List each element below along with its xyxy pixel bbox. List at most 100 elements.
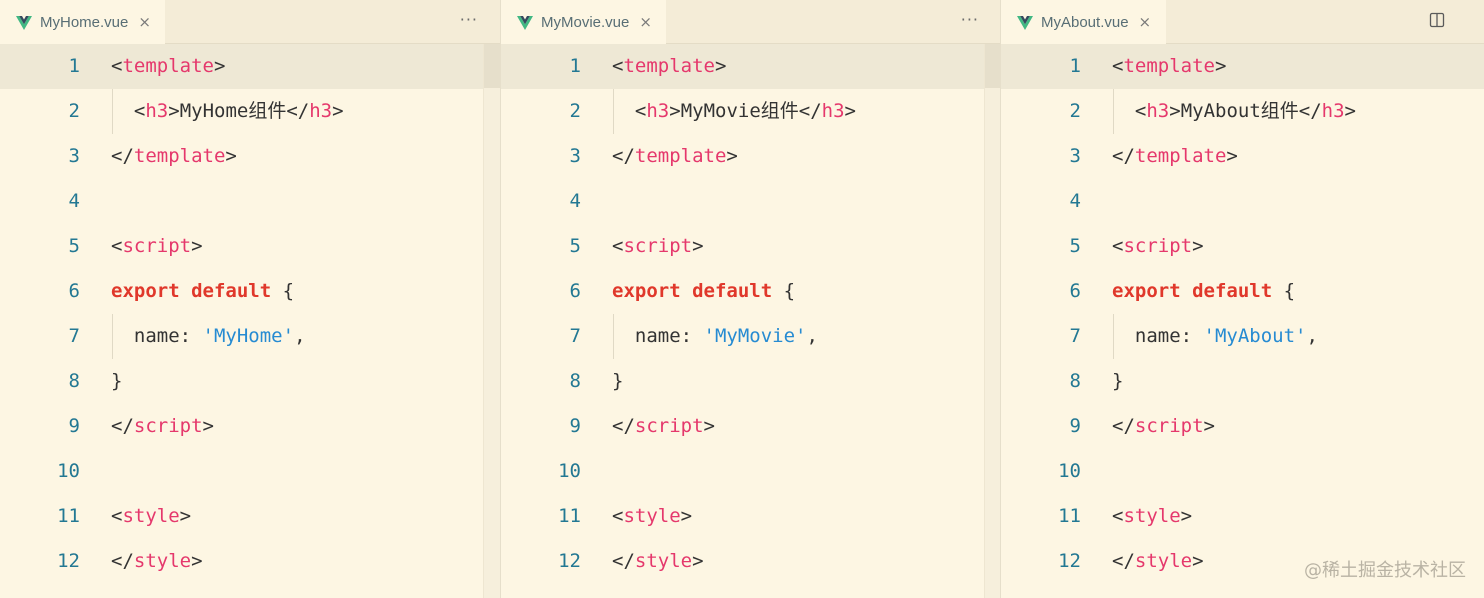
vue-logo-icon bbox=[1017, 15, 1033, 30]
code-line[interactable]: 6 export default { bbox=[501, 269, 1001, 314]
line-number: 5 bbox=[68, 235, 80, 257]
code-line[interactable]: 10 bbox=[501, 449, 1001, 494]
code-line[interactable]: 11 <style> bbox=[501, 494, 1001, 539]
code-text: <h3>MyHome组件</h3> bbox=[133, 100, 344, 122]
editor-tab[interactable]: MyAbout.vue × bbox=[1001, 0, 1166, 44]
line-number: 12 bbox=[558, 550, 581, 572]
code-line[interactable]: 1 <template> bbox=[501, 44, 1001, 89]
line-number: 4 bbox=[1069, 190, 1081, 212]
code-line[interactable]: 2 <h3>MyMovie组件</h3> bbox=[501, 89, 1001, 134]
code-line[interactable]: 3 </template> bbox=[501, 134, 1001, 179]
close-icon[interactable]: × bbox=[1139, 13, 1152, 31]
code-text: <template> bbox=[612, 55, 727, 77]
code-line[interactable]: 2 <h3>MyAbout组件</h3> bbox=[1001, 89, 1484, 134]
code-line[interactable]: 5 <script> bbox=[0, 224, 500, 269]
code-line[interactable]: 4 bbox=[1001, 179, 1484, 224]
code-editor[interactable]: 1 <template> 2 <h3>MyMovie组件</h3> 3 </templa… bbox=[501, 44, 1001, 598]
line-number: 8 bbox=[1069, 370, 1081, 392]
line-number: 7 bbox=[569, 325, 581, 347]
code-text: </style> bbox=[612, 550, 704, 572]
line-number: 2 bbox=[1069, 100, 1081, 122]
line-number: 10 bbox=[57, 460, 80, 482]
close-icon[interactable]: × bbox=[138, 13, 151, 31]
split-editor-icon[interactable] bbox=[1429, 12, 1445, 28]
code-line[interactable]: 7 name: 'MyAbout', bbox=[1001, 314, 1484, 359]
editor-pane-3: MyAbout.vue × 1 <template> 2 <h3>MyAbout组件</… bbox=[1000, 0, 1484, 598]
code-text: <style> bbox=[111, 505, 192, 527]
line-number: 8 bbox=[569, 370, 581, 392]
code-line[interactable]: 1 <template> bbox=[0, 44, 500, 89]
code-text: name: 'MyAbout', bbox=[1134, 325, 1318, 347]
editor-tab[interactable]: MyMovie.vue × bbox=[501, 0, 666, 44]
line-number: 3 bbox=[1069, 145, 1081, 167]
tab-label: MyMovie.vue bbox=[541, 13, 630, 31]
code-line[interactable]: 8} bbox=[1001, 359, 1484, 404]
line-number: 7 bbox=[68, 325, 80, 347]
code-text: </script> bbox=[612, 415, 715, 437]
line-number: 11 bbox=[1058, 505, 1081, 527]
code-line[interactable]: 9 </script> bbox=[501, 404, 1001, 449]
code-line[interactable]: 2 <h3>MyHome组件</h3> bbox=[0, 89, 500, 134]
line-number: 9 bbox=[1069, 415, 1081, 437]
code-text: export default { bbox=[612, 280, 796, 302]
code-line[interactable]: 3 </template> bbox=[0, 134, 500, 179]
line-number: 6 bbox=[569, 280, 581, 302]
code-line[interactable]: 11 <style> bbox=[1001, 494, 1484, 539]
line-number: 5 bbox=[1069, 235, 1081, 257]
code-line[interactable]: 4 bbox=[0, 179, 500, 224]
vertical-scrollbar[interactable] bbox=[984, 44, 1001, 598]
code-line[interactable]: 4 bbox=[501, 179, 1001, 224]
code-line[interactable]: 10 bbox=[1001, 449, 1484, 494]
vertical-scrollbar[interactable] bbox=[483, 44, 500, 598]
code-line[interactable]: 1 <template> bbox=[1001, 44, 1484, 89]
line-number: 9 bbox=[569, 415, 581, 437]
code-line[interactable]: 12 </style> bbox=[0, 539, 500, 584]
code-line[interactable]: 8} bbox=[501, 359, 1001, 404]
code-text: <h3>MyAbout组件</h3> bbox=[1134, 100, 1356, 122]
line-number: 10 bbox=[1058, 460, 1081, 482]
line-number: 2 bbox=[569, 100, 581, 122]
code-text: } bbox=[1112, 370, 1124, 392]
code-line[interactable]: 9 </script> bbox=[1001, 404, 1484, 449]
code-text: </style> bbox=[111, 550, 203, 572]
code-text: </template> bbox=[1112, 145, 1238, 167]
code-line[interactable]: 7 name: 'MyHome', bbox=[0, 314, 500, 359]
code-text: </template> bbox=[111, 145, 237, 167]
scrollbar-thumb[interactable] bbox=[484, 44, 500, 88]
code-line[interactable]: 5 <script> bbox=[501, 224, 1001, 269]
code-line[interactable]: 6 export default { bbox=[1001, 269, 1484, 314]
code-text: <style> bbox=[612, 505, 693, 527]
line-number: 10 bbox=[558, 460, 581, 482]
code-text: name: 'MyHome', bbox=[133, 325, 306, 347]
vue-logo-icon bbox=[517, 15, 533, 30]
code-line[interactable]: 5 <script> bbox=[1001, 224, 1484, 269]
more-actions-icon[interactable]: ··· bbox=[961, 10, 979, 29]
code-line[interactable]: 12 </style> bbox=[501, 539, 1001, 584]
code-editor[interactable]: 1 <template> 2 <h3>MyHome组件</h3> 3 </templat… bbox=[0, 44, 500, 598]
tab-bar: MyAbout.vue × bbox=[1001, 0, 1484, 44]
code-text: </style> bbox=[1112, 550, 1204, 572]
tab-label: MyAbout.vue bbox=[1041, 13, 1129, 31]
tab-label: MyHome.vue bbox=[40, 13, 129, 31]
code-line[interactable]: 3 </template> bbox=[1001, 134, 1484, 179]
more-actions-icon[interactable]: ··· bbox=[460, 10, 478, 29]
code-text: </script> bbox=[111, 415, 214, 437]
code-line[interactable]: 9 </script> bbox=[0, 404, 500, 449]
line-number: 4 bbox=[569, 190, 581, 212]
line-number: 11 bbox=[558, 505, 581, 527]
editor-tab[interactable]: MyHome.vue × bbox=[0, 0, 165, 44]
vue-logo-icon bbox=[16, 15, 32, 30]
code-line[interactable]: 10 bbox=[0, 449, 500, 494]
code-line[interactable]: 11 <style> bbox=[0, 494, 500, 539]
close-icon[interactable]: × bbox=[639, 13, 652, 31]
code-editor[interactable]: 1 <template> 2 <h3>MyAbout组件</h3> 3 </templa… bbox=[1001, 44, 1484, 598]
code-line[interactable]: 7 name: 'MyMovie', bbox=[501, 314, 1001, 359]
editor-pane-2: MyMovie.vue × ··· 1 <template> 2 <h3>MyMovie组… bbox=[500, 0, 1001, 598]
line-number: 8 bbox=[68, 370, 80, 392]
line-number: 12 bbox=[1058, 550, 1081, 572]
tab-bar: MyMovie.vue × ··· bbox=[501, 0, 1001, 44]
code-line[interactable]: 8} bbox=[0, 359, 500, 404]
line-number: 5 bbox=[569, 235, 581, 257]
code-line[interactable]: 6 export default { bbox=[0, 269, 500, 314]
scrollbar-thumb[interactable] bbox=[985, 44, 1001, 88]
